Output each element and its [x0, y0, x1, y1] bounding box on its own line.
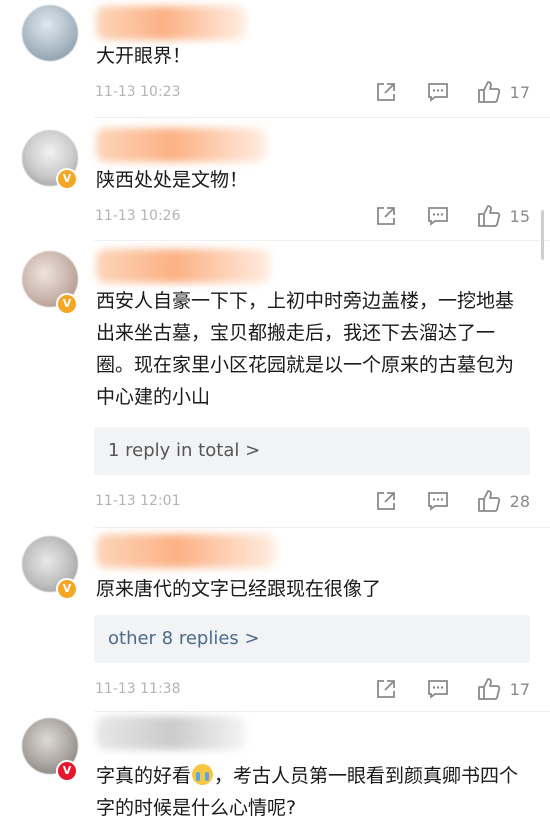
comment-actions: 28 — [375, 489, 530, 513]
comment-icon — [427, 83, 448, 102]
like-button[interactable]: 17 — [477, 80, 530, 104]
like-button[interactable]: 17 — [477, 677, 530, 701]
share-button[interactable] — [375, 81, 397, 103]
thumbs-up-icon — [477, 81, 500, 103]
like-button[interactable]: 15 — [477, 204, 530, 228]
comment-actions: 17 — [375, 80, 530, 104]
comment-icon — [427, 492, 448, 511]
username-blurred[interactable] — [96, 249, 271, 283]
thumbs-up-icon — [477, 205, 500, 227]
avatar[interactable] — [22, 5, 78, 61]
like-count: 15 — [509, 206, 530, 226]
comment-actions: 17 — [375, 677, 530, 701]
share-icon — [376, 680, 395, 698]
divider — [94, 711, 550, 712]
verified-badge: V — [56, 168, 78, 190]
comment-icon — [427, 207, 448, 226]
share-button[interactable] — [375, 490, 397, 512]
username-blurred[interactable] — [96, 716, 246, 750]
username-blurred[interactable] — [96, 128, 266, 162]
like-button[interactable]: 28 — [477, 489, 530, 513]
reply-summary-link[interactable]: other 8 replies > — [94, 615, 530, 663]
share-button[interactable] — [375, 678, 397, 700]
like-count: 28 — [509, 491, 530, 511]
comment-button[interactable] — [427, 205, 449, 227]
username-blurred[interactable] — [96, 534, 276, 568]
verified-badge: V — [56, 578, 78, 600]
verified-badge: V — [56, 293, 78, 315]
divider — [94, 527, 550, 528]
verified-badge: V — [56, 760, 78, 782]
comment-text: 大开眼界！ — [96, 45, 192, 67]
comment-button[interactable] — [427, 678, 449, 700]
comment-text: 原来唐代的文字已经跟现在很像了 — [96, 578, 382, 600]
like-count: 17 — [509, 679, 530, 699]
thumbs-up-icon — [477, 678, 500, 700]
comment-timestamp: 11-13 12:01 — [95, 493, 181, 509]
comment-timestamp: 11-13 11:38 — [95, 681, 181, 697]
comment-text: 西安人自豪一下下，上初中时旁边盖楼，一挖地基出来坐古墓，宝贝都搬走后，我还下去溜… — [96, 290, 515, 408]
scrollbar[interactable] — [541, 210, 544, 260]
comment-text: 字真的好看 ，考古人员第一眼看到颜真卿书四个字的时候是什么心情呢? — [96, 760, 528, 824]
thumbs-up-icon — [477, 490, 500, 512]
share-icon — [376, 207, 395, 225]
username-blurred[interactable] — [96, 6, 246, 40]
crying-face-icon — [192, 764, 214, 785]
share-button[interactable] — [375, 205, 397, 227]
reply-summary-link[interactable]: 1 reply in total > — [94, 427, 530, 475]
comment-button[interactable] — [427, 490, 449, 512]
comment-button[interactable] — [427, 81, 449, 103]
comment-timestamp: 11-13 10:26 — [95, 208, 181, 224]
comment-timestamp: 11-13 10:23 — [95, 84, 181, 100]
comment-icon — [427, 680, 448, 699]
divider — [94, 117, 550, 118]
share-icon — [376, 492, 395, 510]
comment-actions: 15 — [375, 204, 530, 228]
comment-text: 陕西处处是文物！ — [96, 169, 249, 191]
divider — [94, 240, 550, 241]
like-count: 17 — [509, 82, 530, 102]
share-icon — [376, 83, 395, 101]
comment-text-part: 字真的好看 — [96, 765, 192, 787]
